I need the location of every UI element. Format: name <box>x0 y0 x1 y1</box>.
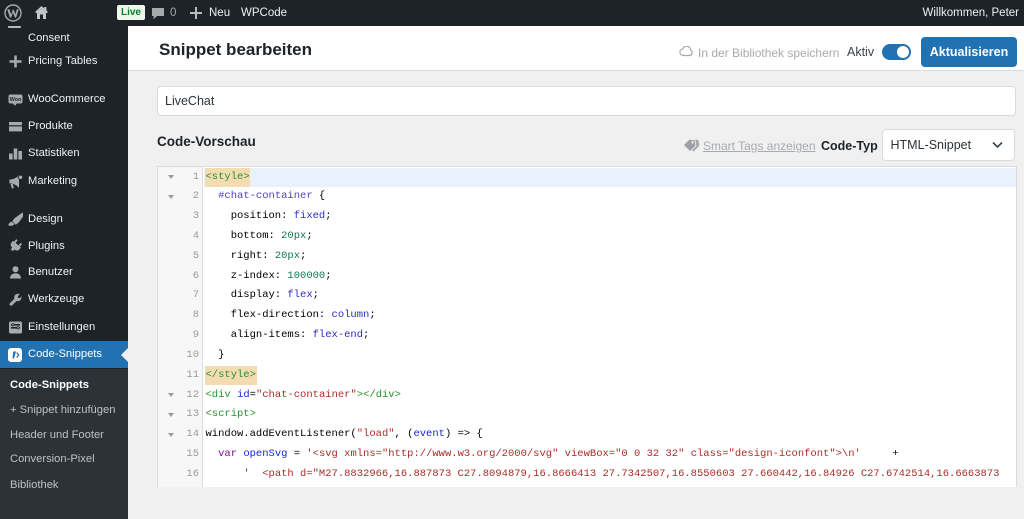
svg-text:Woo: Woo <box>10 97 22 103</box>
